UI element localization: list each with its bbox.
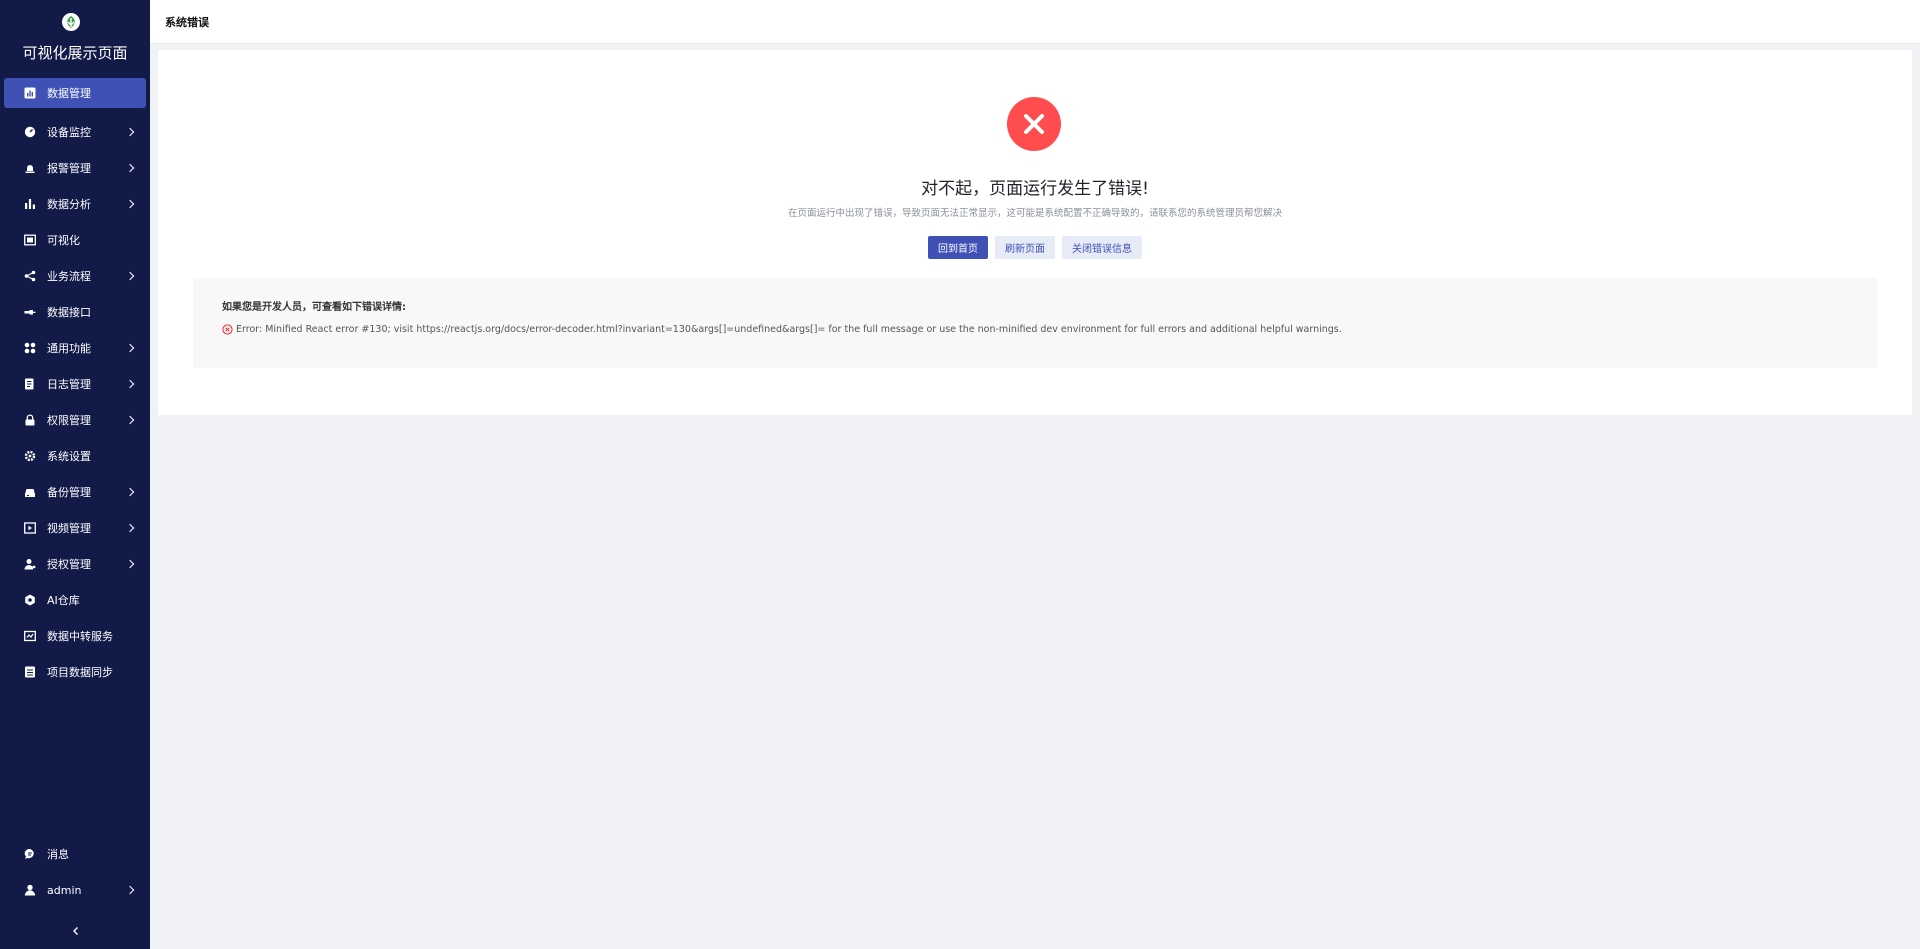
error-circle-icon — [1007, 97, 1061, 151]
api-icon — [24, 310, 36, 315]
sidebar-item-project-data-sync[interactable]: 项目数据同步 — [0, 654, 150, 690]
sidebar-item-label: 权限管理 — [47, 414, 91, 427]
developer-error-details: 如果您是开发人员，可查看如下错误详情: Error: Minified Reac… — [193, 278, 1877, 368]
chevron-right-icon — [125, 559, 135, 569]
log-icon — [25, 378, 34, 390]
chevron-right-icon — [125, 271, 135, 281]
sidebar-item-log-management[interactable]: 日志管理 — [0, 366, 150, 402]
breadcrumb: 系统错误 — [165, 16, 209, 29]
error-x-icon — [222, 324, 233, 335]
sidebar-item-device-monitor[interactable]: 设备监控 — [0, 114, 150, 150]
error-title: 对不起，页面运行发生了错误! — [921, 179, 1149, 199]
sync-icon — [25, 666, 35, 678]
sidebar-item-label: 备份管理 — [47, 486, 91, 499]
sidebar-item-messages[interactable]: 消息 — [0, 836, 150, 872]
close-error-button[interactable]: 关闭错误信息 — [1062, 236, 1142, 259]
share-icon — [24, 270, 36, 282]
sidebar-item-user[interactable]: admin — [0, 872, 150, 908]
sidebar-menu: 数据管理 设备监控 报警管理 数据分析 可视化 业务流程 数据接口 通用功能 日… — [0, 78, 150, 690]
error-actions: 回到首页 刷新页面 关闭错误信息 — [158, 236, 1912, 259]
sidebar-item-label: 报警管理 — [47, 162, 91, 175]
back-home-button[interactable]: 回到首页 — [928, 236, 988, 259]
error-description: 在页面运行中出现了错误，导致页面无法正常显示，这可能是系统配置不正确导致的，请联… — [787, 208, 1282, 219]
developer-heading: 如果您是开发人员，可查看如下错误详情: — [222, 302, 406, 313]
sidebar-item-label: 可视化 — [47, 234, 80, 247]
screen-icon — [24, 234, 36, 246]
sidebar-item-common-functions[interactable]: 通用功能 — [0, 330, 150, 366]
sidebar-item-data-interface[interactable]: 数据接口 — [0, 294, 150, 330]
sidebar-item-label: 设备监控 — [47, 126, 91, 139]
chevron-right-icon — [125, 415, 135, 425]
sidebar-item-system-settings[interactable]: 系统设置 — [0, 438, 150, 474]
chevron-right-icon — [125, 199, 135, 209]
chevron-right-icon — [125, 343, 135, 353]
sidebar-item-label: 日志管理 — [47, 378, 91, 391]
sidebar-item-label: 数据管理 — [47, 87, 91, 100]
sidebar-item-label: 系统设置 — [47, 450, 91, 463]
messages-label: 消息 — [47, 848, 69, 861]
error-panel: 对不起，页面运行发生了错误! 在页面运行中出现了错误，导致页面无法正常显示，这可… — [158, 50, 1912, 415]
bar-chart-icon — [24, 87, 36, 99]
sidebar: 可视化展示页面 数据管理 设备监控 报警管理 数据分析 可视化 业务流程 数据接… — [0, 0, 150, 949]
sidebar-item-label: 数据中转服务 — [47, 630, 113, 643]
collapse-sidebar-icon[interactable] — [71, 926, 81, 936]
sidebar-item-label: 数据接口 — [47, 306, 91, 319]
transfer-icon — [24, 630, 36, 642]
chevron-right-icon — [125, 163, 135, 173]
chevron-right-icon — [125, 885, 135, 895]
sidebar-item-label: AI仓库 — [47, 594, 80, 607]
sidebar-item-ai-warehouse[interactable]: AI仓库 — [0, 582, 150, 618]
sidebar-item-permission-management[interactable]: 权限管理 — [0, 402, 150, 438]
user-icon — [24, 884, 36, 896]
error-message-text: Error: Minified React error #130; visit … — [236, 324, 1342, 335]
apps-icon — [24, 342, 36, 354]
sidebar-item-label: 数据分析 — [47, 198, 91, 211]
video-icon — [24, 522, 36, 534]
bar-chart-icon — [25, 199, 35, 209]
chevron-right-icon — [125, 379, 135, 389]
sidebar-item-data-transfer-service[interactable]: 数据中转服务 — [0, 618, 150, 654]
refresh-page-button[interactable]: 刷新页面 — [995, 236, 1055, 259]
chevron-right-icon — [125, 523, 135, 533]
sidebar-item-backup-management[interactable]: 备份管理 — [0, 474, 150, 510]
sidebar-item-label: 视频管理 — [47, 522, 91, 535]
sidebar-item-label: 项目数据同步 — [47, 666, 113, 679]
sidebar-item-label: 通用功能 — [47, 342, 91, 355]
dashboard-icon — [24, 126, 36, 138]
message-icon — [24, 848, 34, 859]
gear-icon — [24, 450, 36, 462]
user-label: admin — [47, 883, 82, 897]
app-title: 可视化展示页面 — [22, 44, 128, 62]
sidebar-item-alarm-management[interactable]: 报警管理 — [0, 150, 150, 186]
sidebar-item-visualization[interactable]: 可视化 — [0, 222, 150, 258]
chevron-right-icon — [125, 127, 135, 137]
user-key-icon — [24, 559, 36, 570]
sidebar-item-authorization-management[interactable]: 授权管理 — [0, 546, 150, 582]
top-bar: 系统错误 — [150, 0, 1920, 44]
lock-icon — [25, 414, 35, 426]
logo-icon — [62, 13, 80, 31]
sidebar-item-data-analysis[interactable]: 数据分析 — [0, 186, 150, 222]
sidebar-bottom: 消息 admin — [0, 836, 150, 908]
error-message-line: Error: Minified React error #130; visit … — [222, 324, 1342, 335]
sidebar-item-business-process[interactable]: 业务流程 — [0, 258, 150, 294]
alarm-icon — [25, 165, 35, 173]
hexagon-icon — [25, 594, 35, 606]
sidebar-item-label: 业务流程 — [47, 270, 91, 283]
backup-icon — [25, 489, 35, 497]
sidebar-item-label: 授权管理 — [47, 558, 91, 571]
sidebar-item-data-management[interactable]: 数据管理 — [4, 78, 146, 108]
chevron-right-icon — [125, 487, 135, 497]
sidebar-item-video-management[interactable]: 视频管理 — [0, 510, 150, 546]
